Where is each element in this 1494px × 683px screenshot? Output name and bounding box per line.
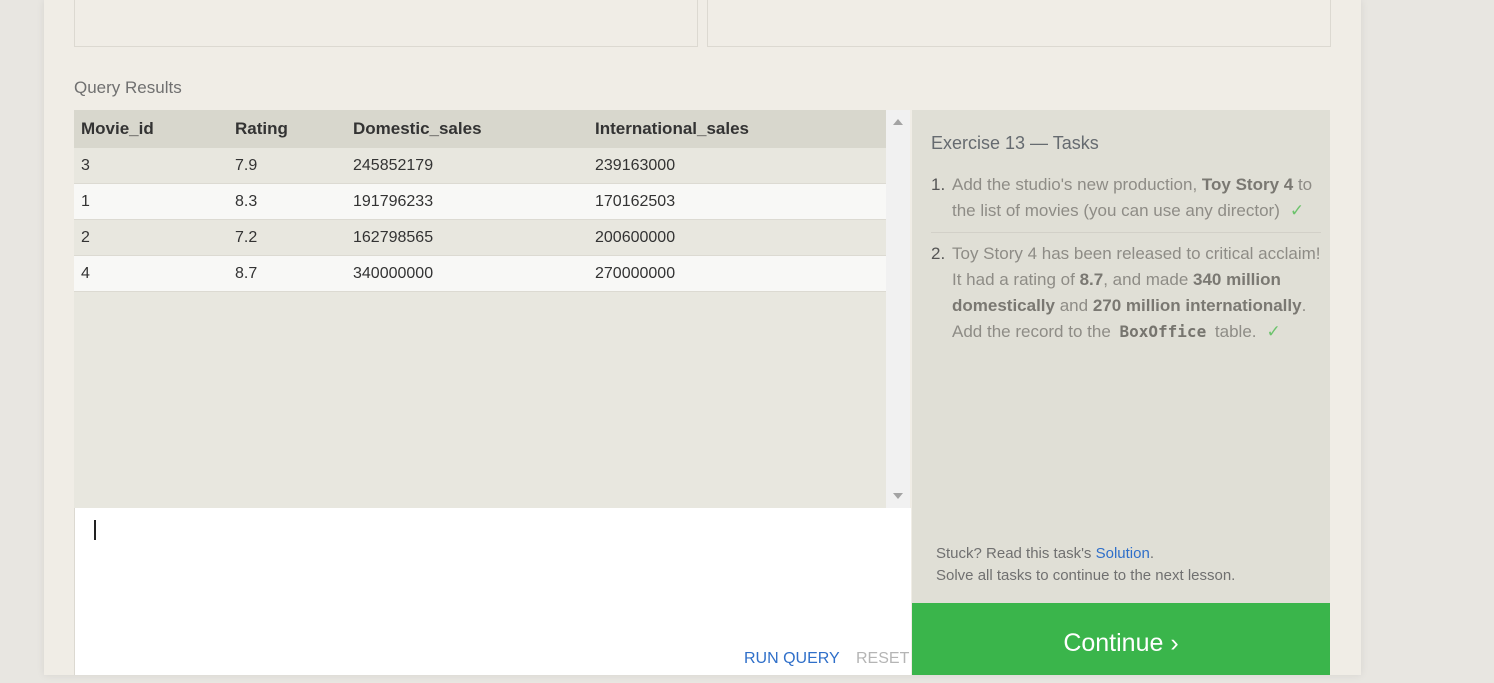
task-text-bold: Toy Story 4 [1201, 175, 1294, 194]
text-cursor [94, 520, 96, 540]
task-number: 2. [931, 244, 946, 263]
table-cell: 200600000 [588, 219, 886, 256]
table-row: 1 8.3 191796233 170162503 [74, 183, 886, 220]
column-header: International_sales [588, 110, 886, 148]
table-cell: 1 [74, 183, 228, 220]
scroll-up-arrow-icon[interactable] [893, 119, 903, 125]
results-scrollbar[interactable] [886, 110, 910, 508]
column-header: Movie_id [74, 110, 228, 148]
table-row: 4 8.7 340000000 270000000 [74, 255, 886, 292]
tasks-panel: Exercise 13 — Tasks 1. Add the studio's … [912, 110, 1330, 603]
table-row: 3 7.9 245852179 239163000 [74, 148, 886, 184]
checkmark-icon: ✓ [1289, 201, 1305, 220]
continue-button[interactable]: Continue › [912, 603, 1330, 675]
task-text: Add the studio's new production, [952, 175, 1202, 194]
task-text: and [1055, 296, 1093, 315]
table-cell: 270000000 [588, 255, 886, 292]
stuck-text: Stuck? Read this task's [936, 545, 1096, 562]
run-query-button[interactable]: RUN QUERY [744, 650, 840, 668]
stuck-period: . [1149, 545, 1154, 562]
reset-button[interactable]: RESET [856, 650, 909, 668]
table-cell: 4 [74, 255, 228, 292]
task-text-bold: 270 million internationally [1092, 296, 1302, 315]
sql-query-editor[interactable]: RUN QUERY RESET [74, 508, 911, 675]
table-row: 2 7.2 162798565 200600000 [74, 219, 886, 256]
task-item: 2. Toy Story 4 has been released to crit… [931, 241, 1321, 345]
task-text-bold: 8.7 [1079, 270, 1104, 289]
task-item: 1. Add the studio's new production, Toy … [931, 172, 1321, 233]
table-cell: 7.2 [228, 219, 346, 256]
table-cell: 7.9 [228, 148, 346, 184]
table-cell: 170162503 [588, 183, 886, 220]
table-header-row: Movie_id Rating Domestic_sales Internati… [74, 110, 886, 148]
table-cell: 245852179 [346, 148, 588, 184]
table-cell: 8.7 [228, 255, 346, 292]
schema-panel-left [74, 0, 698, 47]
checkmark-icon: ✓ [1266, 322, 1281, 341]
task-text: table. [1210, 322, 1257, 341]
column-header: Domestic_sales [346, 110, 588, 148]
help-text: Stuck? Read this task's Solution. Solve … [936, 543, 1235, 587]
column-header: Rating [228, 110, 346, 148]
lesson-page: Query Results Movie_id Rating Domestic_s… [44, 0, 1361, 675]
task-text: , and made [1103, 270, 1194, 289]
scroll-down-arrow-icon[interactable] [893, 493, 903, 499]
table-cell: 191796233 [346, 183, 588, 220]
solution-link[interactable]: Solution [1096, 545, 1150, 562]
query-results-label: Query Results [74, 78, 182, 97]
tasks-title: Exercise 13 — Tasks [931, 133, 1099, 153]
table-cell: 162798565 [346, 219, 588, 256]
schema-panel-right [707, 0, 1331, 47]
solve-all-text: Solve all tasks to continue to the next … [936, 567, 1236, 584]
table-cell: 239163000 [588, 148, 886, 184]
table-cell: 340000000 [346, 255, 588, 292]
query-results-table: Movie_id Rating Domestic_sales Internati… [74, 110, 886, 508]
task-number: 1. [931, 175, 946, 194]
table-cell: 2 [74, 219, 228, 256]
table-cell: 8.3 [228, 183, 346, 220]
table-name-code: BoxOffice [1119, 322, 1207, 341]
task-list: 1. Add the studio's new production, Toy … [931, 172, 1321, 345]
table-cell: 3 [74, 148, 228, 184]
